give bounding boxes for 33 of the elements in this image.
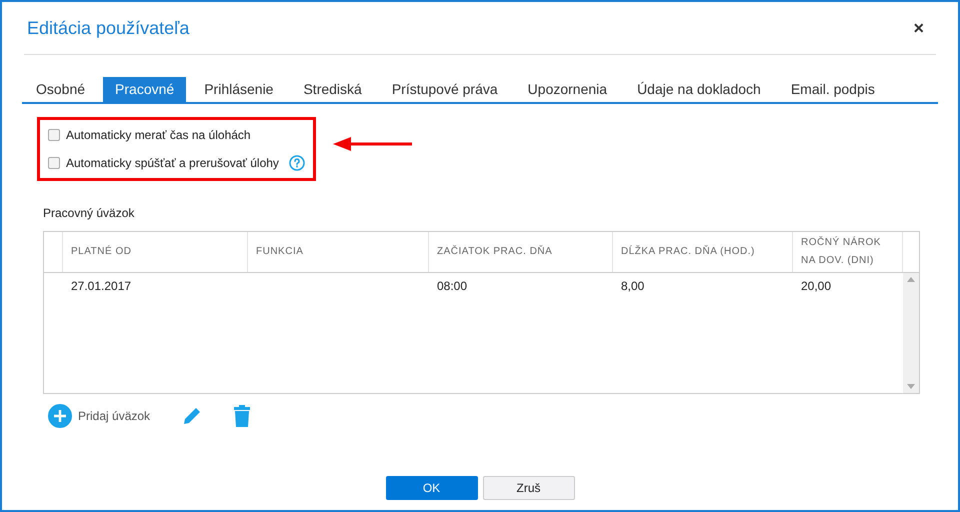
scroll-down-icon[interactable] [907, 384, 915, 389]
table-cell: 8,00 [621, 279, 644, 293]
column-header: ROČNÝ NÁROK NA DOV. (DNI) [801, 235, 882, 268]
add-button[interactable]: Pridaj úväzok [48, 404, 150, 428]
tab[interactable]: Strediská [291, 77, 374, 102]
tab[interactable]: Upozornenia [516, 77, 620, 102]
column-header: DĹŽKA PRAC. DŇA (HOD.) [621, 244, 755, 259]
tab[interactable]: Pracovné [103, 77, 186, 102]
tab[interactable]: Osobné [24, 77, 98, 102]
column-header: PLATNÉ OD [71, 244, 132, 259]
table-cell: 27.01.2017 [71, 279, 132, 293]
table-cell: 20,00 [801, 279, 832, 293]
checkbox-label: Automaticky spúšťať a prerušovať úlohy [66, 155, 279, 172]
tab[interactable]: Email. podpis [778, 77, 887, 102]
ok-button[interactable]: OK [386, 476, 478, 500]
column-header: FUNKCIA [256, 245, 304, 259]
tab[interactable]: Prístupové práva [380, 77, 510, 102]
help-icon[interactable] [288, 155, 305, 171]
checkbox[interactable] [48, 157, 60, 169]
trash-icon[interactable] [234, 405, 250, 427]
close-button[interactable]: × [913, 19, 936, 37]
dialog-title: Editácia používateľa [26, 16, 190, 40]
checkbox-label: Automaticky merať čas na úlohách [66, 127, 251, 144]
section-title: Pracovný úväzok [43, 205, 136, 222]
column-header: ZAČIATOK PRAC. DŇA [437, 244, 552, 259]
scroll-up-icon[interactable] [907, 277, 915, 282]
table-cell: 08:00 [437, 279, 468, 293]
plus-icon [48, 404, 72, 428]
pencil-icon[interactable] [182, 406, 202, 426]
tab[interactable]: Údaje na dokladoch [625, 77, 773, 102]
tab[interactable]: Prihlásenie [192, 77, 286, 102]
cancel-button[interactable]: Zruš [482, 476, 574, 500]
checkbox[interactable] [48, 129, 60, 141]
